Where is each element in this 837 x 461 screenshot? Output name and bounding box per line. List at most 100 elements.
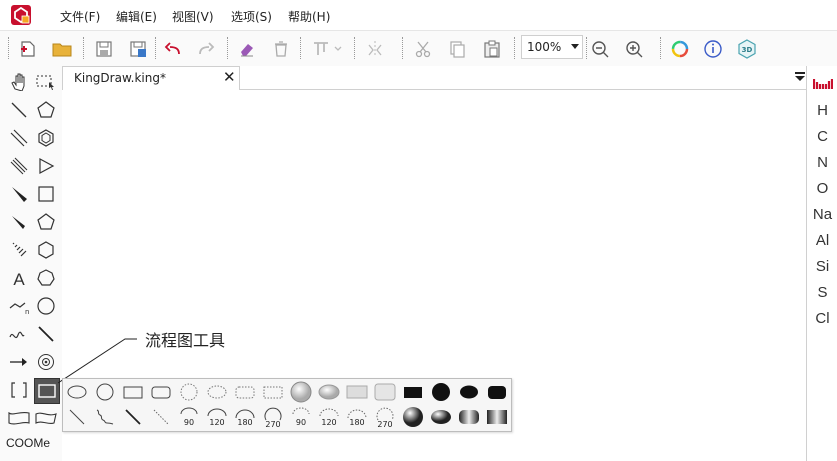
- copy-button[interactable]: [444, 36, 470, 62]
- shape-dashed-line[interactable]: [148, 406, 174, 428]
- shape-shaded-oval[interactable]: [428, 406, 454, 428]
- circle-icon: [96, 383, 114, 401]
- element-h[interactable]: H: [807, 102, 837, 119]
- triangle-ring-tool[interactable]: [34, 154, 58, 178]
- shape-shaded-capsule[interactable]: [456, 406, 482, 428]
- close-icon[interactable]: ✕: [223, 68, 236, 86]
- shape-thin-line[interactable]: [64, 406, 90, 428]
- shape-bold-line[interactable]: [120, 406, 146, 428]
- shape-shaded-circle[interactable]: [288, 381, 314, 403]
- shape-ellipse[interactable]: [64, 381, 90, 403]
- eraser-button[interactable]: [234, 36, 260, 62]
- menu-edit[interactable]: 编辑(E): [116, 8, 157, 25]
- pentagon-ring-tool-2[interactable]: [34, 210, 58, 234]
- menu-file[interactable]: 文件(F): [60, 8, 100, 25]
- undo-button[interactable]: [160, 36, 186, 62]
- zoom-select[interactable]: 100%: [521, 35, 583, 59]
- element-o[interactable]: O: [807, 180, 837, 197]
- shape-shaded-rounded-rectangle[interactable]: [372, 381, 398, 403]
- info-button[interactable]: [700, 36, 726, 62]
- shape-dashed-rounded-rectangle[interactable]: [232, 381, 258, 403]
- shape-dashed-arc-90[interactable]: 90: [288, 406, 314, 428]
- shape-wavy-line[interactable]: [92, 406, 118, 428]
- pentagon-ring-tool[interactable]: [34, 98, 58, 122]
- paste-button[interactable]: [479, 36, 505, 62]
- document-shape-tool[interactable]: [34, 406, 58, 430]
- shape-circle[interactable]: [92, 381, 118, 403]
- shape-dashed-rectangle[interactable]: [260, 381, 286, 403]
- hashed-bond-tool[interactable]: [7, 238, 31, 262]
- shape-arc-90[interactable]: 90: [176, 406, 202, 428]
- text-tool[interactable]: A: [7, 266, 31, 290]
- octagon-ring-tool[interactable]: [34, 294, 58, 318]
- tab-menu-icon[interactable]: [795, 72, 805, 82]
- shape-shaded-rectangle[interactable]: [344, 381, 370, 403]
- heptagon-ring-tool[interactable]: [34, 266, 58, 290]
- shape-arc-180[interactable]: 180: [232, 406, 258, 428]
- new-file-button[interactable]: [15, 36, 41, 62]
- 3d-view-button[interactable]: 3D: [734, 36, 760, 62]
- element-s[interactable]: S: [807, 284, 837, 301]
- shape-arc-120[interactable]: 120: [204, 406, 230, 428]
- template-label[interactable]: COOMe: [6, 436, 50, 450]
- open-button[interactable]: [49, 36, 75, 62]
- shape-filled-rounded-rectangle[interactable]: [484, 381, 510, 403]
- shape-dashed-arc-180[interactable]: 180: [344, 406, 370, 428]
- toolbar-separator: [83, 37, 85, 59]
- delete-button[interactable]: [268, 36, 294, 62]
- redo-button[interactable]: [193, 36, 219, 62]
- save-button[interactable]: [91, 36, 117, 62]
- shape-dashed-arc-270[interactable]: 270: [372, 406, 398, 428]
- shape-dashed-circle[interactable]: [176, 381, 202, 403]
- arc-angle-label: 120: [321, 418, 336, 427]
- pan-tool[interactable]: [7, 70, 31, 94]
- chain-tool[interactable]: n: [7, 294, 31, 318]
- element-al[interactable]: Al: [807, 232, 837, 249]
- bracket-icon: [11, 382, 27, 398]
- menu-help[interactable]: 帮助(H): [288, 8, 330, 25]
- element-cl[interactable]: Cl: [807, 310, 837, 327]
- square-ring-tool[interactable]: [34, 182, 58, 206]
- shape-filled-ellipse[interactable]: [456, 381, 482, 403]
- double-bond-tool[interactable]: [7, 126, 31, 150]
- periodic-table-icon[interactable]: [813, 76, 833, 90]
- element-si[interactable]: Si: [807, 258, 837, 275]
- shape-shaded-ellipse[interactable]: [316, 381, 342, 403]
- shape-filled-circle[interactable]: [428, 381, 454, 403]
- tlc-plate-tool[interactable]: [7, 406, 31, 430]
- tab-kingdraw-file[interactable]: KingDraw.king* ✕: [62, 66, 240, 90]
- shape-sphere[interactable]: [400, 406, 426, 428]
- curve-tool[interactable]: [7, 322, 31, 346]
- zoom-out-button[interactable]: [587, 36, 613, 62]
- triple-bond-tool[interactable]: [7, 154, 31, 178]
- bracket-tool[interactable]: [7, 378, 31, 402]
- benzene-ring-tool[interactable]: [34, 126, 58, 150]
- select-tool[interactable]: [34, 70, 58, 94]
- shaded-rectangle-icon: [346, 385, 368, 399]
- single-bond-tool[interactable]: [7, 98, 31, 122]
- arrow-tool[interactable]: [7, 350, 31, 374]
- hexagon-ring-tool[interactable]: [34, 238, 58, 262]
- bold-wedge-tool[interactable]: [7, 210, 31, 234]
- shape-rounded-rectangle[interactable]: [148, 381, 174, 403]
- shape-shaded-box[interactable]: [484, 406, 510, 428]
- element-na[interactable]: Na: [807, 206, 837, 223]
- shape-dashed-arc-120[interactable]: 120: [316, 406, 342, 428]
- menu-options[interactable]: 选项(S): [231, 8, 272, 25]
- shape-dashed-ellipse[interactable]: [204, 381, 230, 403]
- element-c[interactable]: C: [807, 128, 837, 145]
- shape-arc-270[interactable]: 270: [260, 406, 286, 428]
- color-button[interactable]: [667, 36, 693, 62]
- menu-view[interactable]: 视图(V): [172, 8, 214, 25]
- benzene-ring-icon: [38, 129, 54, 147]
- element-n[interactable]: N: [807, 154, 837, 171]
- cut-button[interactable]: [410, 36, 436, 62]
- flip-button[interactable]: [362, 36, 388, 62]
- shape-filled-rectangle[interactable]: [400, 381, 426, 403]
- align-button[interactable]: [310, 36, 346, 62]
- arc-icon: 180: [235, 409, 255, 427]
- shape-rectangle[interactable]: [120, 381, 146, 403]
- save-as-button[interactable]: [125, 36, 151, 62]
- zoom-in-button[interactable]: [621, 36, 647, 62]
- wedge-bond-tool[interactable]: [7, 182, 31, 206]
